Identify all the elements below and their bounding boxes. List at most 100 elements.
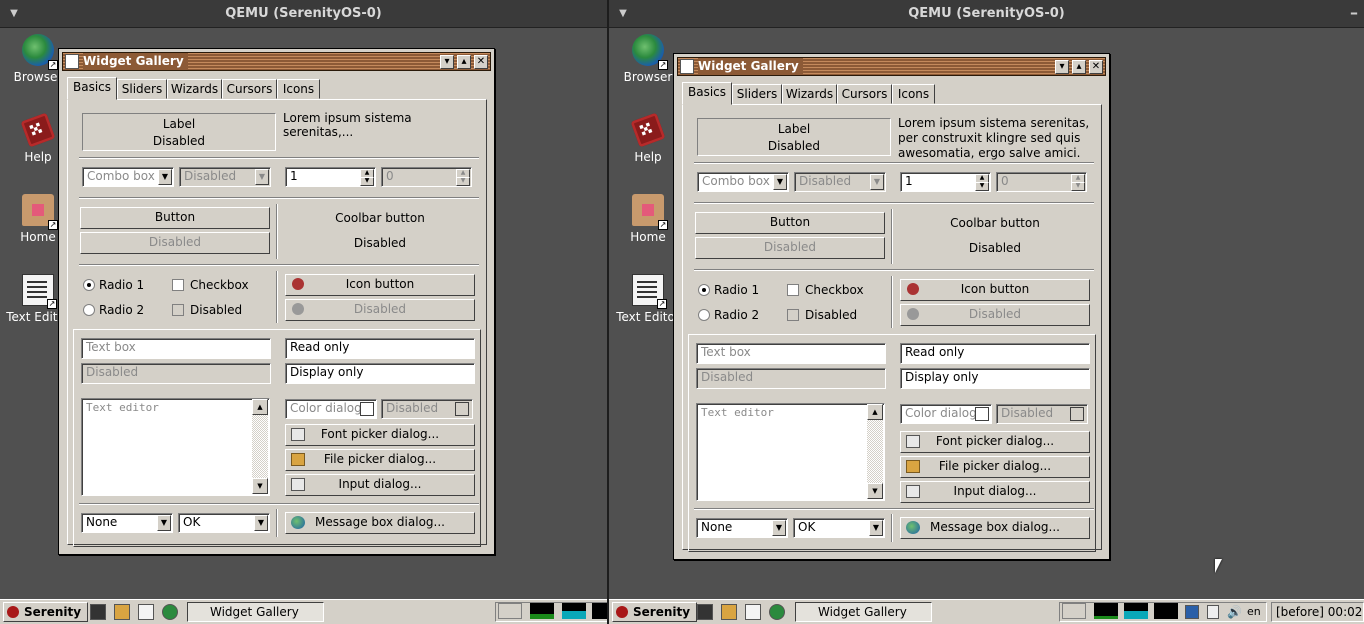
spin-box[interactable]: 1 ▲ ▼ xyxy=(900,172,991,192)
font-picker-button[interactable]: Font picker dialog... xyxy=(900,431,1090,453)
text-box[interactable]: Text box xyxy=(81,338,271,359)
chevron-down-icon[interactable]: ▼ xyxy=(773,174,787,190)
desktop-icon-home[interactable]: ↗ Home xyxy=(616,194,680,244)
tab-sliders[interactable]: Sliders xyxy=(117,79,167,99)
scroll-up-icon[interactable]: ▲ xyxy=(867,404,883,420)
help-icon xyxy=(20,112,56,148)
decrement-icon: ▼ xyxy=(456,177,470,186)
taskbar-window-button[interactable]: Widget Gallery xyxy=(795,602,932,622)
tab-wizards[interactable]: Wizards xyxy=(782,84,837,104)
tab-wizards[interactable]: Wizards xyxy=(167,79,222,99)
input-dialog-button[interactable]: Input dialog... xyxy=(285,474,475,496)
message-icon-combo[interactable]: None ▼ xyxy=(696,518,788,538)
scroll-down-icon[interactable]: ▼ xyxy=(867,483,883,499)
browser-icon: ↗ xyxy=(632,34,668,70)
radio-2[interactable] xyxy=(83,304,95,316)
color-swatch[interactable] xyxy=(360,402,374,416)
combo-box[interactable]: Combo box ▼ xyxy=(697,172,789,192)
text-box[interactable]: Text box xyxy=(696,343,886,364)
minimize-button[interactable]: ▾ xyxy=(440,55,454,69)
chevron-down-icon[interactable]: ▼ xyxy=(157,515,171,531)
icon-button[interactable]: Icon button xyxy=(900,279,1090,301)
terminal-icon[interactable] xyxy=(697,604,713,620)
minimize-button[interactable]: ▾ xyxy=(1055,60,1069,74)
close-button[interactable]: ✕ xyxy=(474,55,488,69)
checkbox-disabled-label: Disabled xyxy=(805,308,858,322)
tab-icons[interactable]: Icons xyxy=(892,84,935,104)
close-button[interactable]: ✕ xyxy=(1089,60,1103,74)
coolbar-button[interactable]: Coolbar button xyxy=(281,211,479,225)
chevron-down-icon[interactable]: ▼ xyxy=(8,8,20,20)
file-manager-icon[interactable] xyxy=(114,604,130,620)
decrement-icon[interactable]: ▼ xyxy=(975,182,989,191)
radio-1[interactable] xyxy=(83,279,95,291)
button[interactable]: Button xyxy=(80,207,270,229)
text-editor-icon[interactable] xyxy=(138,604,154,620)
coolbar-button[interactable]: Coolbar button xyxy=(896,216,1094,230)
tab-basics[interactable]: Basics xyxy=(67,77,117,100)
desktop-icon-browser[interactable]: ↗ Browser xyxy=(616,34,680,84)
window-title-bar[interactable]: Widget Gallery ▾ ▴ ✕ xyxy=(62,52,491,71)
taskbar-window-button[interactable]: Widget Gallery xyxy=(187,602,324,622)
spin-box[interactable]: 1 ▲ ▼ xyxy=(285,167,376,187)
radio-1[interactable] xyxy=(698,284,710,296)
scroll-up-icon[interactable]: ▲ xyxy=(252,399,268,415)
keyboard-layout[interactable]: en xyxy=(1247,605,1261,619)
text-editor[interactable]: Text editor xyxy=(81,398,270,496)
clock[interactable]: [before] 00:02:3 xyxy=(1271,602,1364,622)
read-only-box[interactable]: Read only xyxy=(285,338,475,359)
checkbox[interactable] xyxy=(172,279,184,291)
checkbox[interactable] xyxy=(787,284,799,296)
chevron-down-icon[interactable]: ▼ xyxy=(772,520,786,536)
terminal-icon[interactable] xyxy=(90,604,106,620)
file-picker-button[interactable]: File picker dialog... xyxy=(285,449,475,471)
text-editor[interactable]: Text editor xyxy=(696,403,885,501)
tab-cursors[interactable]: Cursors xyxy=(222,79,277,99)
decrement-icon[interactable]: ▼ xyxy=(360,177,374,186)
start-button[interactable]: Serenity xyxy=(612,602,698,622)
browser-icon[interactable] xyxy=(769,604,785,620)
tab-sliders[interactable]: Sliders xyxy=(732,84,782,104)
minimize-icon[interactable]: – xyxy=(1350,0,1358,26)
start-button[interactable]: Serenity xyxy=(3,602,89,622)
divider xyxy=(891,209,893,264)
qemu-title-bar[interactable]: ▼ QEMU (SerenityOS-0) – xyxy=(609,0,1364,28)
icon-button[interactable]: Icon button xyxy=(285,274,475,296)
chevron-down-icon[interactable]: ▼ xyxy=(617,8,629,20)
button[interactable]: Button xyxy=(695,212,885,234)
qemu-title-bar[interactable]: ▼ QEMU (SerenityOS-0) xyxy=(0,0,607,28)
color-swatch[interactable] xyxy=(975,407,989,421)
desktop-icon-label: Browser xyxy=(13,70,63,84)
network-icon[interactable] xyxy=(1185,605,1199,619)
tab-basics[interactable]: Basics xyxy=(682,82,732,105)
chevron-down-icon[interactable]: ▼ xyxy=(254,515,268,531)
combo-box[interactable]: Combo box ▼ xyxy=(82,167,174,187)
chevron-down-icon[interactable]: ▼ xyxy=(869,520,883,536)
message-icon-combo[interactable]: None ▼ xyxy=(81,513,173,533)
window-title-bar[interactable]: Widget Gallery ▾ ▴ ✕ xyxy=(677,57,1106,76)
tab-cursors[interactable]: Cursors xyxy=(837,84,892,104)
scroll-down-icon[interactable]: ▼ xyxy=(252,478,268,494)
volume-icon[interactable]: 🔊 xyxy=(1227,605,1242,619)
file-picker-button[interactable]: File picker dialog... xyxy=(900,456,1090,478)
message-buttons-combo[interactable]: OK ▼ xyxy=(793,518,885,538)
qemu-window-left: ▼ QEMU (SerenityOS-0) ↗ Browser Help ↗ H… xyxy=(0,0,607,624)
text-editor-icon[interactable] xyxy=(745,604,761,620)
browser-icon[interactable] xyxy=(162,604,178,620)
chevron-down-icon[interactable]: ▼ xyxy=(158,169,172,185)
radio-2[interactable] xyxy=(698,309,710,321)
input-dialog-button[interactable]: Input dialog... xyxy=(900,481,1090,503)
maximize-button[interactable]: ▴ xyxy=(1072,60,1086,74)
maximize-button[interactable]: ▴ xyxy=(457,55,471,69)
message-box-button[interactable]: Message box dialog... xyxy=(900,517,1090,539)
file-manager-icon[interactable] xyxy=(721,604,737,620)
read-only-box[interactable]: Read only xyxy=(900,343,1090,364)
tab-icons[interactable]: Icons xyxy=(277,79,320,99)
desktop-icon-text-editor[interactable]: ↗ Text Editor xyxy=(616,274,680,324)
clipboard-icon[interactable] xyxy=(1207,605,1219,619)
color-dialog-disabled-label: Disabled xyxy=(1001,406,1054,420)
font-picker-button[interactable]: Font picker dialog... xyxy=(285,424,475,446)
message-buttons-combo[interactable]: OK ▼ xyxy=(178,513,270,533)
message-box-button[interactable]: Message box dialog... xyxy=(285,512,475,534)
desktop-icon-help[interactable]: Help xyxy=(616,112,680,164)
